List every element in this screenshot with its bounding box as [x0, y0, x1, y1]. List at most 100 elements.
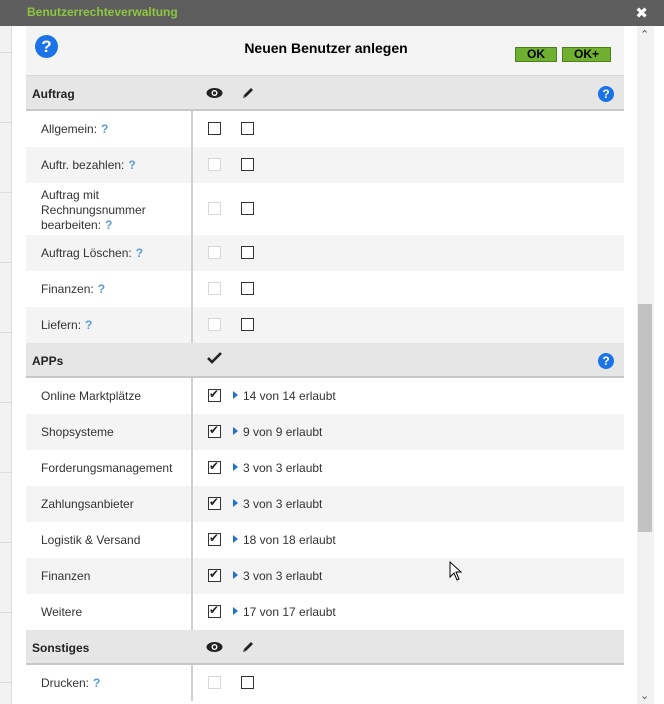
- section-title: Sonstiges: [32, 641, 90, 655]
- list-item: Drucken:?: [26, 665, 624, 701]
- window-title: Benutzerrechteverwaltung: [27, 5, 178, 19]
- row-label: Logistik & Versand: [41, 533, 141, 547]
- help-link[interactable]: ?: [136, 246, 143, 260]
- list-item: Shopsysteme 9 von 9 erlaubt: [26, 414, 624, 450]
- rights-list: Auftrag ? Allgemein:? Auftr. bezahlen:?: [26, 76, 624, 701]
- scroll-up-icon[interactable]: ⌃: [640, 28, 649, 41]
- edit-checkbox[interactable]: [241, 318, 254, 331]
- view-checkbox: [208, 246, 221, 259]
- list-item: Zahlungsanbieter 3 von 3 erlaubt: [26, 486, 624, 522]
- help-icon[interactable]: ?: [598, 86, 614, 102]
- expand-arrow-icon[interactable]: [233, 535, 238, 543]
- section-header-sonstiges: Sonstiges: [26, 630, 624, 665]
- edit-checkbox[interactable]: [241, 202, 254, 215]
- app-permission-count[interactable]: 3 von 3 erlaubt: [243, 497, 322, 511]
- app-permission-count[interactable]: 3 von 3 erlaubt: [243, 569, 322, 583]
- background-left-strip: [0, 26, 12, 704]
- row-label: Finanzen: [41, 569, 91, 583]
- dialog-header: ? Neuen Benutzer anlegen OK OK+: [26, 26, 624, 76]
- app-checkbox[interactable]: [208, 423, 221, 438]
- eye-icon: [206, 640, 223, 656]
- help-link[interactable]: ?: [101, 122, 108, 136]
- app-checkbox[interactable]: [208, 531, 221, 546]
- row-label: Forderungsmanagement: [41, 461, 173, 475]
- list-item: Auftr. bezahlen:?: [26, 147, 624, 183]
- edit-checkbox[interactable]: [241, 246, 254, 259]
- app-permission-count[interactable]: 3 von 3 erlaubt: [243, 461, 322, 475]
- row-label: Rechnungsnummer: [41, 203, 146, 217]
- list-item: Logistik & Versand 18 von 18 erlaubt: [26, 522, 624, 558]
- view-checkbox: [208, 676, 221, 689]
- section-header-apps: APPs ?: [26, 343, 624, 378]
- expand-arrow-icon[interactable]: [233, 571, 238, 579]
- row-label: Zahlungsanbieter: [41, 497, 134, 511]
- expand-arrow-icon[interactable]: [233, 499, 238, 507]
- row-label: Weitere: [41, 605, 83, 619]
- list-item: Finanzen:?: [26, 271, 624, 307]
- expand-arrow-icon[interactable]: [233, 391, 238, 399]
- eye-icon: [206, 86, 223, 102]
- window-titlebar: Benutzerrechteverwaltung ✖: [0, 0, 664, 26]
- help-link[interactable]: ?: [105, 218, 112, 232]
- app-checkbox[interactable]: [208, 567, 221, 582]
- app-checkbox[interactable]: [208, 387, 221, 402]
- row-label: Auftrag Löschen:: [41, 246, 132, 260]
- expand-arrow-icon[interactable]: [233, 463, 238, 471]
- ok-plus-button[interactable]: OK+: [562, 47, 611, 62]
- list-item: Liefern:?: [26, 307, 624, 343]
- row-label: Auftrag mit: [41, 188, 100, 202]
- app-checkbox[interactable]: [208, 603, 221, 618]
- section-header-auftrag: Auftrag ?: [26, 76, 624, 111]
- section-title: Auftrag: [32, 87, 75, 101]
- help-icon[interactable]: ?: [35, 35, 58, 58]
- list-item: Finanzen 3 von 3 erlaubt: [26, 558, 624, 594]
- list-item: Auftrag Löschen:?: [26, 235, 624, 271]
- list-item: Weitere 17 von 17 erlaubt: [26, 594, 624, 630]
- list-item: Online Marktplätze 14 von 14 erlaubt: [26, 378, 624, 414]
- row-label: Shopsysteme: [41, 425, 114, 439]
- pencil-icon: [241, 86, 255, 103]
- row-label: bearbeiten:: [41, 218, 102, 232]
- row-label: Online Marktplätze: [41, 389, 142, 403]
- row-label: Auftr. bezahlen:: [41, 158, 125, 172]
- section-title: APPs: [32, 354, 64, 368]
- close-icon[interactable]: ✖: [635, 4, 648, 22]
- help-link[interactable]: ?: [98, 282, 105, 296]
- vertical-scrollbar[interactable]: ⌃ ⌄: [637, 26, 654, 704]
- help-link[interactable]: ?: [93, 676, 100, 690]
- dialog-title: Neuen Benutzer anlegen: [244, 40, 408, 56]
- app-permission-count[interactable]: 17 von 17 erlaubt: [243, 605, 336, 619]
- edit-checkbox[interactable]: [241, 158, 254, 171]
- checkmark-icon: [207, 351, 222, 368]
- view-checkbox: [208, 282, 221, 295]
- view-checkbox: [208, 318, 221, 331]
- row-label: Drucken:: [41, 676, 90, 690]
- help-link[interactable]: ?: [85, 318, 92, 332]
- app-permission-count[interactable]: 9 von 9 erlaubt: [243, 425, 322, 439]
- app-checkbox[interactable]: [208, 495, 221, 510]
- help-icon[interactable]: ?: [598, 353, 614, 369]
- edit-checkbox[interactable]: [241, 676, 254, 689]
- user-rights-window: Benutzerrechteverwaltung ✖ ? Neuen Benut…: [0, 0, 664, 704]
- row-label: Finanzen:: [41, 282, 94, 296]
- app-permission-count[interactable]: 18 von 18 erlaubt: [243, 533, 336, 547]
- edit-checkbox[interactable]: [241, 122, 254, 135]
- app-checkbox[interactable]: [208, 459, 221, 474]
- row-label: Allgemein:: [41, 122, 98, 136]
- edit-checkbox[interactable]: [241, 282, 254, 295]
- expand-arrow-icon[interactable]: [233, 427, 238, 435]
- scroll-down-icon[interactable]: ⌄: [640, 689, 649, 702]
- help-link[interactable]: ?: [128, 158, 135, 172]
- list-item: Auftrag mit Rechnungsnummer bearbeiten:?: [26, 183, 624, 235]
- app-permission-count[interactable]: 14 von 14 erlaubt: [243, 389, 336, 403]
- view-checkbox: [208, 158, 221, 171]
- view-checkbox[interactable]: [208, 122, 221, 135]
- expand-arrow-icon[interactable]: [233, 607, 238, 615]
- ok-button[interactable]: OK: [515, 47, 557, 62]
- view-checkbox: [208, 202, 221, 215]
- row-label: Liefern:: [41, 318, 82, 332]
- list-item: Allgemein:?: [26, 111, 624, 147]
- dialog-panel: ? Neuen Benutzer anlegen OK OK+ Auftrag …: [26, 26, 624, 704]
- scrollbar-thumb[interactable]: [638, 304, 652, 532]
- list-item: Forderungsmanagement 3 von 3 erlaubt: [26, 450, 624, 486]
